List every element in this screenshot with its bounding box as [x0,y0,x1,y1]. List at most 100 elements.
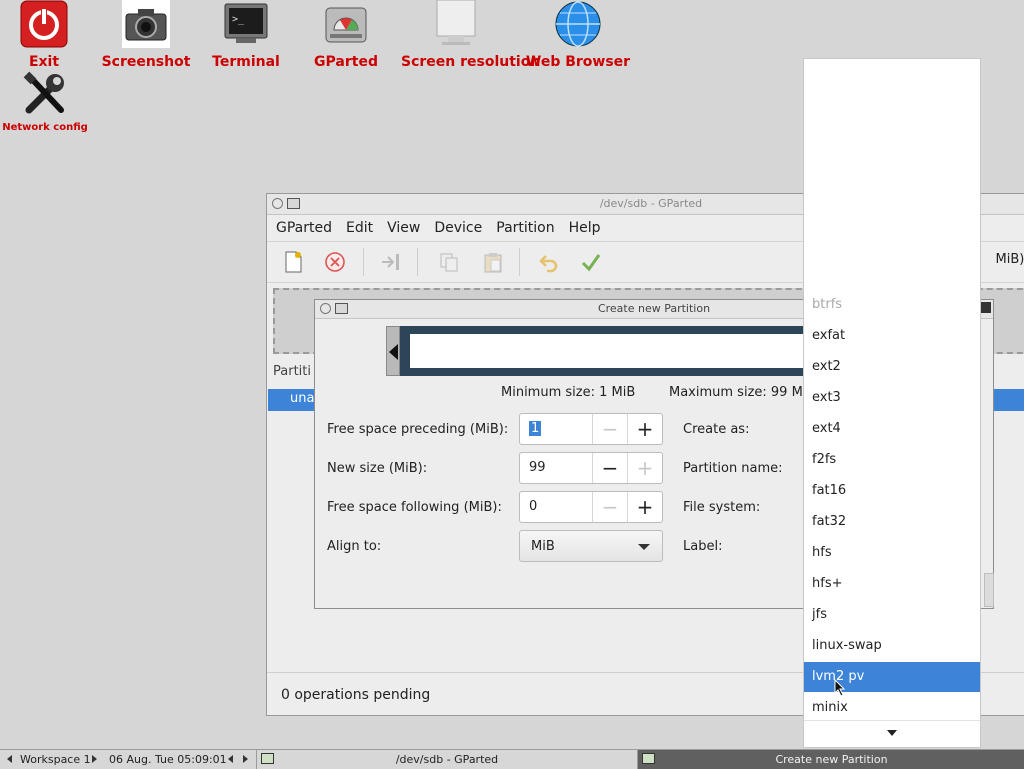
delete-partition-icon[interactable] [323,250,347,274]
desktop-icon-label: Screenshot [91,54,201,70]
desktop-icon-label: Network config [0,122,100,133]
align-to-label: Align to: [327,539,381,554]
menu-help[interactable]: Help [562,220,608,236]
tools-icon [21,70,69,118]
next-task-icon[interactable] [243,755,248,763]
increment-button[interactable]: + [627,453,662,483]
free-space-following-spinner[interactable]: 0 − + [519,491,663,523]
fs-option-exfat[interactable]: exfat [804,321,980,351]
prev-task-icon[interactable] [228,755,233,763]
desktop-icon-screenshot[interactable]: Screenshot [91,0,201,70]
dialog-title: Create new Partition [598,302,710,315]
desktop-icon-terminal[interactable]: >_ Terminal [191,0,301,70]
fs-option-btrfs: btrfs [804,290,980,320]
paste-icon[interactable] [481,250,505,274]
fs-option-ext2[interactable]: ext2 [804,352,980,382]
desktop-icon-label: GParted [291,54,401,70]
window-title: /dev/sdb - GParted [600,197,702,210]
create-as-label: Create as: [683,422,749,437]
maximum-size-label: Maximum size: 99 MiB [669,385,815,400]
fs-option-jfs[interactable]: jfs [804,600,980,630]
svg-text:>_: >_ [232,14,245,25]
fs-option-minix[interactable]: minix [804,693,980,723]
decrement-button[interactable]: − [592,453,627,483]
menu-edit[interactable]: Edit [339,220,380,236]
decrement-button[interactable]: − [592,492,627,522]
new-partition-icon[interactable] [281,250,305,274]
apply-icon[interactable] [579,250,603,274]
taskbar: Workspace 1 06 Aug. Tue 05:09:01 /dev/sd… [0,749,1024,769]
app-icon [335,303,348,314]
desktop-icon-exit[interactable]: Exit [0,0,99,70]
file-system-label: File system: [683,500,760,515]
increment-button[interactable]: + [627,414,662,444]
menu-partition[interactable]: Partition [489,220,561,236]
close-icon[interactable] [980,302,991,313]
menu-device[interactable]: Device [427,220,489,236]
monitor-icon [432,0,480,48]
menu-view[interactable]: View [380,220,427,236]
fs-option-hfs[interactable]: hfs [804,538,980,568]
app-icon [287,198,300,209]
fs-option-fat16[interactable]: fat16 [804,476,980,506]
free-space-preceding-label: Free space preceding (MiB): [327,422,508,437]
prev-workspace-icon[interactable] [7,755,12,763]
new-size-spinner[interactable]: 99 − + [519,452,663,484]
device-selector[interactable]: MiB) ▾ [996,252,1024,267]
decrement-button[interactable]: − [592,414,627,444]
fs-option-fat32[interactable]: fat32 [804,507,980,537]
partition-name-label: Partition name: [683,461,783,476]
fs-option-ext4[interactable]: ext4 [804,414,980,444]
chevron-down-icon [887,730,897,736]
desktop-icon-network-config[interactable]: Network config [0,70,100,133]
new-size-label: New size (MiB): [327,461,427,476]
copy-icon[interactable] [437,250,461,274]
label-label: Label: [683,539,722,554]
desktop-icon-label: Screen resolution [401,54,511,70]
fs-option-linux-swap[interactable]: linux-swap [804,631,980,661]
gparted-icon [322,0,370,48]
power-icon [20,0,68,48]
window-menu-icon[interactable] [320,303,331,314]
desktop-icon-web-browser[interactable]: Web Browser [523,0,633,70]
app-icon [261,753,274,764]
task-create-partition[interactable]: Create new Partition [637,750,1024,769]
dialog-scroll-handle[interactable] [984,573,994,607]
workspace-label[interactable]: Workspace 1 [20,750,91,769]
minimum-size-label: Minimum size: 1 MiB [501,385,635,400]
desktop-icon-label: Exit [0,54,99,70]
partition-column-header: Partiti [273,364,311,379]
mouse-cursor-icon [834,679,846,697]
window-menu-icon[interactable] [272,198,283,209]
new-size-input[interactable]: 99 [520,453,592,483]
resize-move-icon[interactable] [379,250,403,274]
terminal-icon: >_ [222,0,270,48]
app-icon [642,753,655,764]
globe-icon [554,0,602,48]
task-gparted[interactable]: /dev/sdb - GParted [256,750,637,769]
fs-option-f2fs[interactable]: f2fs [804,445,980,475]
desktop-icon-label: Terminal [191,54,301,70]
resize-handle-left[interactable] [386,326,400,376]
file-system-dropdown: btrfs exfat ext2 ext3 ext4 f2fs fat16 fa… [803,58,981,748]
camera-icon [122,0,170,48]
undo-icon[interactable] [537,250,561,274]
desktop-icon-label: Web Browser [523,54,633,70]
menu-gparted[interactable]: GParted [269,220,339,236]
free-space-preceding-spinner[interactable]: 1 − + [519,413,663,445]
increment-button[interactable]: + [627,492,662,522]
fs-option-ext3[interactable]: ext3 [804,383,980,413]
free-space-following-input[interactable]: 0 [520,492,592,522]
free-space-following-label: Free space following (MiB): [327,500,502,515]
align-to-combo[interactable]: MiB [519,530,663,562]
scroll-down-button[interactable] [804,720,980,747]
fs-option-hfsplus[interactable]: hfs+ [804,569,980,599]
clock: 06 Aug. Tue 05:09:01 [109,750,227,769]
free-space-preceding-input[interactable]: 1 [520,414,592,444]
fs-option-lvm2-pv[interactable]: lvm2 pv [804,662,980,692]
next-workspace-icon[interactable] [92,755,97,763]
desktop-icon-screen-resolution[interactable]: Screen resolution [401,0,511,70]
desktop-icon-gparted[interactable]: GParted [291,0,401,70]
chevron-down-icon [638,544,650,550]
operations-status: 0 operations pending [281,687,430,703]
